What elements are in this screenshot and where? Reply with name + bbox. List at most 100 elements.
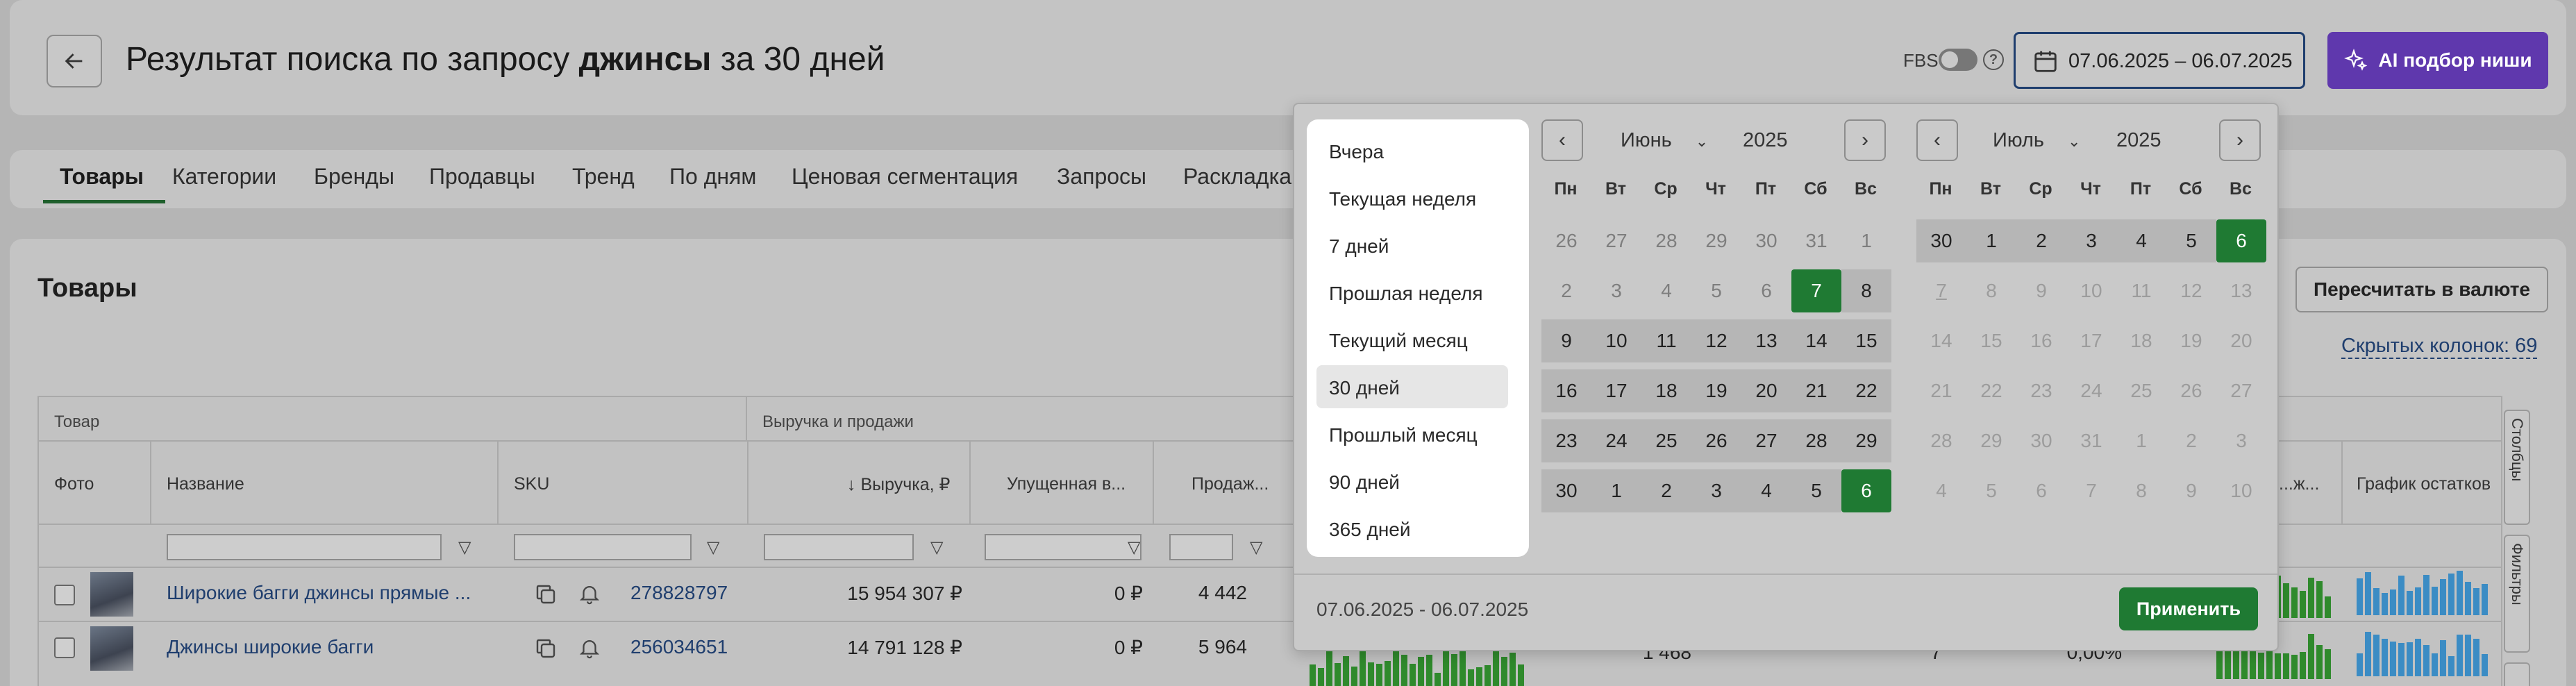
filter-icon[interactable]: ▽ — [707, 537, 719, 558]
calendar-day[interactable]: 10 — [1591, 319, 1641, 362]
copy-icon[interactable] — [533, 636, 558, 661]
tab-price-segmentation[interactable]: Ценовая сегментация — [792, 164, 1018, 190]
preset-7-days[interactable]: 7 дней — [1316, 224, 1508, 267]
product-photo[interactable] — [90, 626, 133, 671]
filters-side-tab[interactable]: Фильтры — [2504, 535, 2530, 653]
preset-365-days[interactable]: 365 дней — [1316, 507, 1508, 550]
calendar-day[interactable]: 8 — [1841, 269, 1891, 312]
calendar-day[interactable]: 5 — [1691, 269, 1741, 312]
col-lost-revenue[interactable]: Упущенная в... — [1007, 474, 1126, 494]
calendar-day[interactable]: 27 — [1591, 219, 1641, 262]
calendar-day[interactable]: 4 — [1641, 269, 1691, 312]
hidden-columns-link[interactable]: Скрытых колонок: 69 — [2341, 335, 2538, 359]
calendar-day[interactable]: 7 — [1916, 269, 1966, 312]
calendar-day[interactable]: 6 — [1841, 469, 1891, 512]
col-name[interactable]: Название — [167, 474, 244, 494]
preset-last-month[interactable]: Прошлый месяц — [1316, 412, 1508, 455]
calendar-day[interactable]: 3 — [1591, 269, 1641, 312]
next-month-button[interactable]: › — [1844, 119, 1886, 161]
calendar-day[interactable]: 13 — [1741, 319, 1791, 362]
calendar-day[interactable]: 27 — [1741, 419, 1791, 462]
calendar-day[interactable]: 24 — [1591, 419, 1641, 462]
calendar-day[interactable]: 30 — [1541, 469, 1591, 512]
help-icon[interactable]: ? — [1983, 49, 2004, 70]
filter-lost-input[interactable] — [985, 534, 1141, 560]
tab-brands[interactable]: Бренды — [314, 164, 394, 190]
tab-trend[interactable]: Тренд — [572, 164, 635, 190]
calendar-day[interactable]: 23 — [1541, 419, 1591, 462]
calendar-day[interactable]: 29 — [1841, 419, 1891, 462]
calendar-day[interactable]: 28 — [1791, 419, 1841, 462]
tab-layout[interactable]: Раскладка — [1183, 164, 1291, 190]
tab-by-days[interactable]: По дням — [669, 164, 756, 190]
left-year[interactable]: 2025 — [1743, 129, 1788, 152]
apply-button[interactable]: Применить — [2119, 587, 2258, 630]
filter-sku-input[interactable] — [514, 534, 692, 560]
right-month-select[interactable]: Июль ⌄ — [1993, 129, 2080, 152]
filter-revenue-input[interactable] — [764, 534, 914, 560]
calendar-day[interactable]: 12 — [1691, 319, 1741, 362]
col-stock-chart[interactable]: График остатков — [2357, 474, 2491, 494]
prev-month-button[interactable]: ‹ — [1541, 119, 1583, 161]
calendar-day[interactable]: 26 — [1541, 219, 1591, 262]
filter-icon[interactable]: ▽ — [458, 537, 471, 558]
calendar-day[interactable]: 9 — [1541, 319, 1591, 362]
calendar-day[interactable]: 4 — [1741, 469, 1791, 512]
copy-icon[interactable] — [533, 582, 558, 607]
filter-icon[interactable]: ▽ — [930, 537, 943, 558]
calendar-day[interactable]: 31 — [1791, 219, 1841, 262]
right-year[interactable]: 2025 — [2116, 129, 2161, 152]
tab-categories[interactable]: Категории — [172, 164, 276, 190]
calendar-day[interactable]: 16 — [1541, 369, 1591, 412]
fbs-toggle[interactable] — [1939, 49, 1977, 71]
calendar-day[interactable]: 3 — [1691, 469, 1741, 512]
calendar-day[interactable]: 3 — [2066, 219, 2116, 262]
sku-link[interactable]: 256034651 — [630, 636, 728, 658]
calendar-day[interactable]: 4 — [2116, 219, 2166, 262]
filter-icon[interactable]: ▽ — [1250, 537, 1262, 558]
calendar-day[interactable]: 15 — [1841, 319, 1891, 362]
calendar-day[interactable]: 26 — [1691, 419, 1741, 462]
calendar-day[interactable]: 2 — [2016, 219, 2066, 262]
preset-current-month[interactable]: Текущий месяц — [1316, 318, 1508, 361]
calendar-day[interactable]: 14 — [1791, 319, 1841, 362]
preset-30-days[interactable]: 30 дней — [1316, 365, 1508, 408]
preset-yesterday[interactable]: Вчера — [1316, 129, 1508, 172]
bell-icon[interactable] — [578, 636, 601, 660]
date-range-picker[interactable]: 07.06.2025 – 06.07.2025 — [2014, 32, 2305, 89]
recalc-currency-button[interactable]: Пересчитать в валюте — [2295, 267, 2548, 312]
filter-icon[interactable]: ▽ — [1128, 537, 1140, 558]
preset-last-week[interactable]: Прошлая неделя — [1316, 271, 1508, 314]
product-name-link[interactable]: Широкие багги джинсы прямые ... — [167, 582, 471, 604]
col-sales[interactable]: Продаж... — [1191, 474, 1269, 494]
calendar-day[interactable]: 2 — [1641, 469, 1691, 512]
bell-icon[interactable] — [578, 582, 601, 605]
calendar-day[interactable]: 1 — [1841, 219, 1891, 262]
calendar-day[interactable]: 5 — [1791, 469, 1841, 512]
calendar-day[interactable]: 1 — [1591, 469, 1641, 512]
calendar-day[interactable]: 25 — [1641, 419, 1691, 462]
calendar-day[interactable]: 30 — [1741, 219, 1791, 262]
row-checkbox[interactable] — [54, 637, 75, 658]
calendar-day[interactable]: 19 — [1691, 369, 1741, 412]
col-revenue[interactable]: ↓ Выручка, ₽ — [847, 474, 950, 495]
left-month-select[interactable]: Июнь ⌄ — [1621, 129, 1708, 152]
calendar-day[interactable]: 18 — [1641, 369, 1691, 412]
ai-niche-button[interactable]: AI подбор ниши — [2327, 32, 2548, 89]
preset-90-days[interactable]: 90 дней — [1316, 460, 1508, 503]
calendar-day[interactable]: 7 — [1791, 269, 1841, 312]
calendar-day[interactable]: 5 — [2166, 219, 2216, 262]
calendar-day[interactable]: 20 — [1741, 369, 1791, 412]
tab-queries[interactable]: Запросы — [1057, 164, 1146, 190]
calendar-day[interactable]: 1 — [1966, 219, 2016, 262]
tab-products[interactable]: Товары — [60, 164, 144, 190]
preset-current-week[interactable]: Текущая неделя — [1316, 176, 1508, 219]
next-month-button[interactable]: › — [2219, 119, 2261, 161]
product-name-link[interactable]: Джинсы широкие багги — [167, 636, 374, 658]
row-checkbox[interactable] — [54, 585, 75, 605]
filter-name-input[interactable] — [167, 534, 442, 560]
filter-sales-input[interactable] — [1169, 534, 1233, 560]
calendar-day[interactable]: 21 — [1791, 369, 1841, 412]
calendar-day[interactable]: 6 — [2216, 219, 2266, 262]
calendar-day[interactable]: 29 — [1691, 219, 1741, 262]
